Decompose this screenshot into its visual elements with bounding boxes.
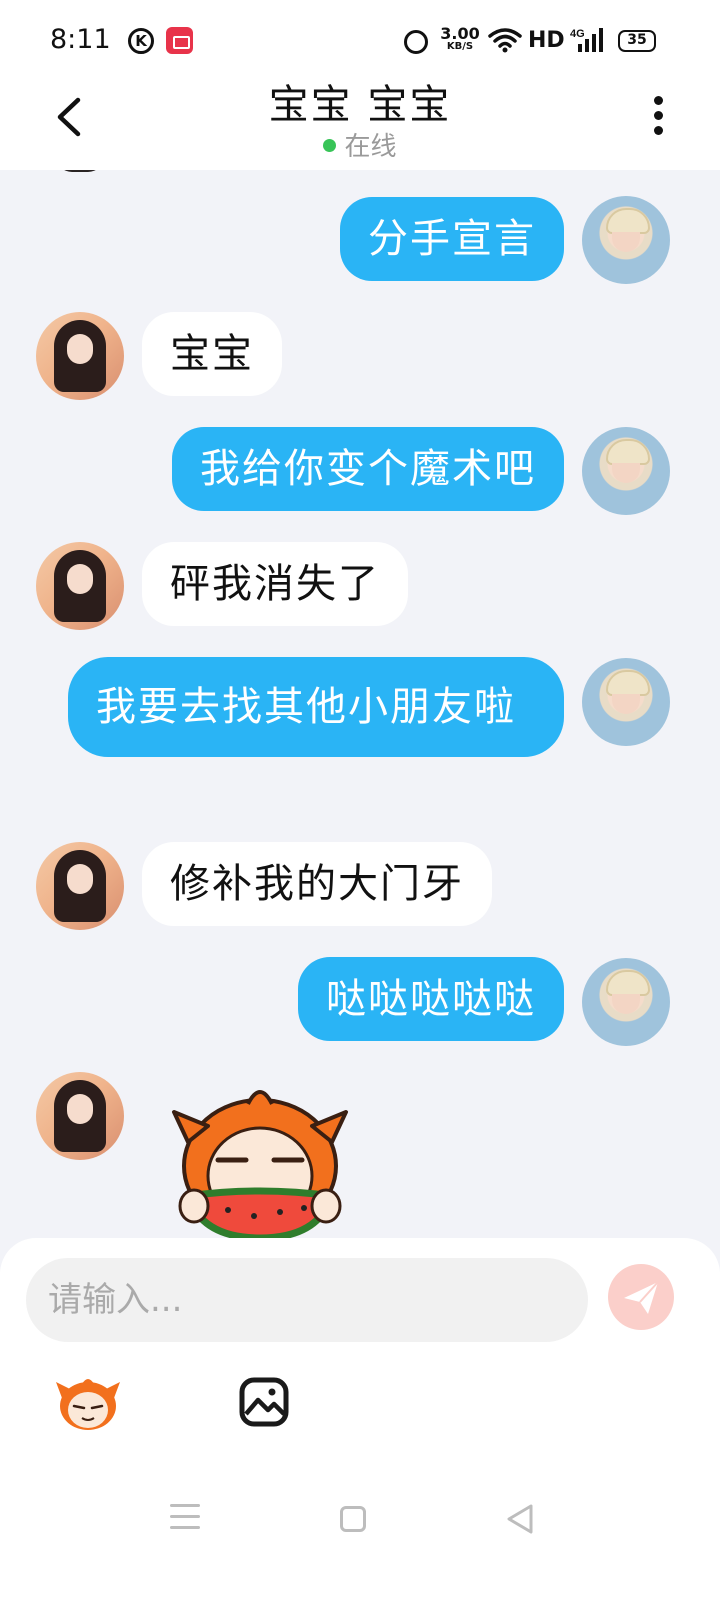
- network-speed-unit: KB/S: [446, 41, 474, 52]
- hd-indicator: HD: [528, 28, 565, 53]
- more-dot-icon: [653, 111, 663, 120]
- online-dot-icon: [323, 139, 337, 152]
- outgoing-message[interactable]: 分手宣言: [340, 197, 564, 281]
- contact-avatar[interactable]: [36, 842, 124, 930]
- k-app-icon: K: [128, 28, 154, 54]
- more-dot-icon: [653, 96, 663, 105]
- incoming-message[interactable]: 砰我消失了: [142, 542, 408, 626]
- outgoing-message[interactable]: 我给你变个魔术吧: [172, 427, 564, 511]
- nav-back-button[interactable]: [504, 1502, 536, 1536]
- menu-line-icon: [170, 1526, 200, 1529]
- watermelon-sticker[interactable]: [168, 1082, 352, 1240]
- incoming-message[interactable]: 宝宝: [142, 312, 282, 396]
- chat-header: 宝宝 宝宝 在线: [0, 64, 720, 170]
- nav-home-button[interactable]: [340, 1506, 366, 1532]
- screen-record-icon: [166, 27, 193, 54]
- online-status: 在线: [0, 126, 720, 163]
- emoji-sticker-icon[interactable]: [52, 1372, 124, 1432]
- contact-avatar[interactable]: [36, 542, 124, 630]
- avatar-partial: [56, 170, 104, 172]
- more-options-button[interactable]: [648, 96, 668, 140]
- outgoing-message[interactable]: 哒哒哒哒哒: [298, 957, 564, 1041]
- outgoing-message[interactable]: 我要去找其他小朋友啦: [68, 657, 564, 757]
- send-icon: [624, 1281, 659, 1314]
- alarm-icon: [404, 30, 428, 54]
- incoming-message[interactable]: 修补我的大门牙: [142, 842, 492, 926]
- status-time: 8:11: [50, 24, 111, 55]
- network-speed-value: 3.00: [440, 24, 480, 43]
- contact-avatar[interactable]: [36, 1072, 124, 1160]
- contact-avatar[interactable]: [36, 312, 124, 400]
- input-panel: [0, 1238, 720, 1600]
- self-avatar[interactable]: [582, 427, 670, 515]
- message-list[interactable]: 分手宣言 宝宝 我给你变个魔术吧 砰我消失了 我要去找其他小朋友啦 修补我的大门…: [0, 170, 720, 1240]
- cellular-signal-icon: 4G: [570, 28, 603, 52]
- wifi-icon: [488, 28, 522, 53]
- nav-recents-button[interactable]: [170, 1504, 200, 1532]
- battery-icon: 35: [618, 30, 656, 52]
- network-speed: 3.00 KB/S: [440, 26, 480, 52]
- contact-name: 宝宝 宝宝: [268, 82, 452, 128]
- self-avatar[interactable]: [582, 196, 670, 284]
- send-button[interactable]: [608, 1264, 674, 1330]
- message-input[interactable]: [26, 1258, 588, 1342]
- more-dot-icon: [653, 126, 663, 135]
- online-status-label: 在线: [344, 132, 397, 162]
- menu-line-icon: [170, 1504, 200, 1507]
- signal-type: 4G: [570, 28, 585, 40]
- self-avatar[interactable]: [582, 958, 670, 1046]
- self-avatar[interactable]: [582, 658, 670, 746]
- image-icon[interactable]: [238, 1376, 290, 1428]
- menu-line-icon: [170, 1515, 200, 1518]
